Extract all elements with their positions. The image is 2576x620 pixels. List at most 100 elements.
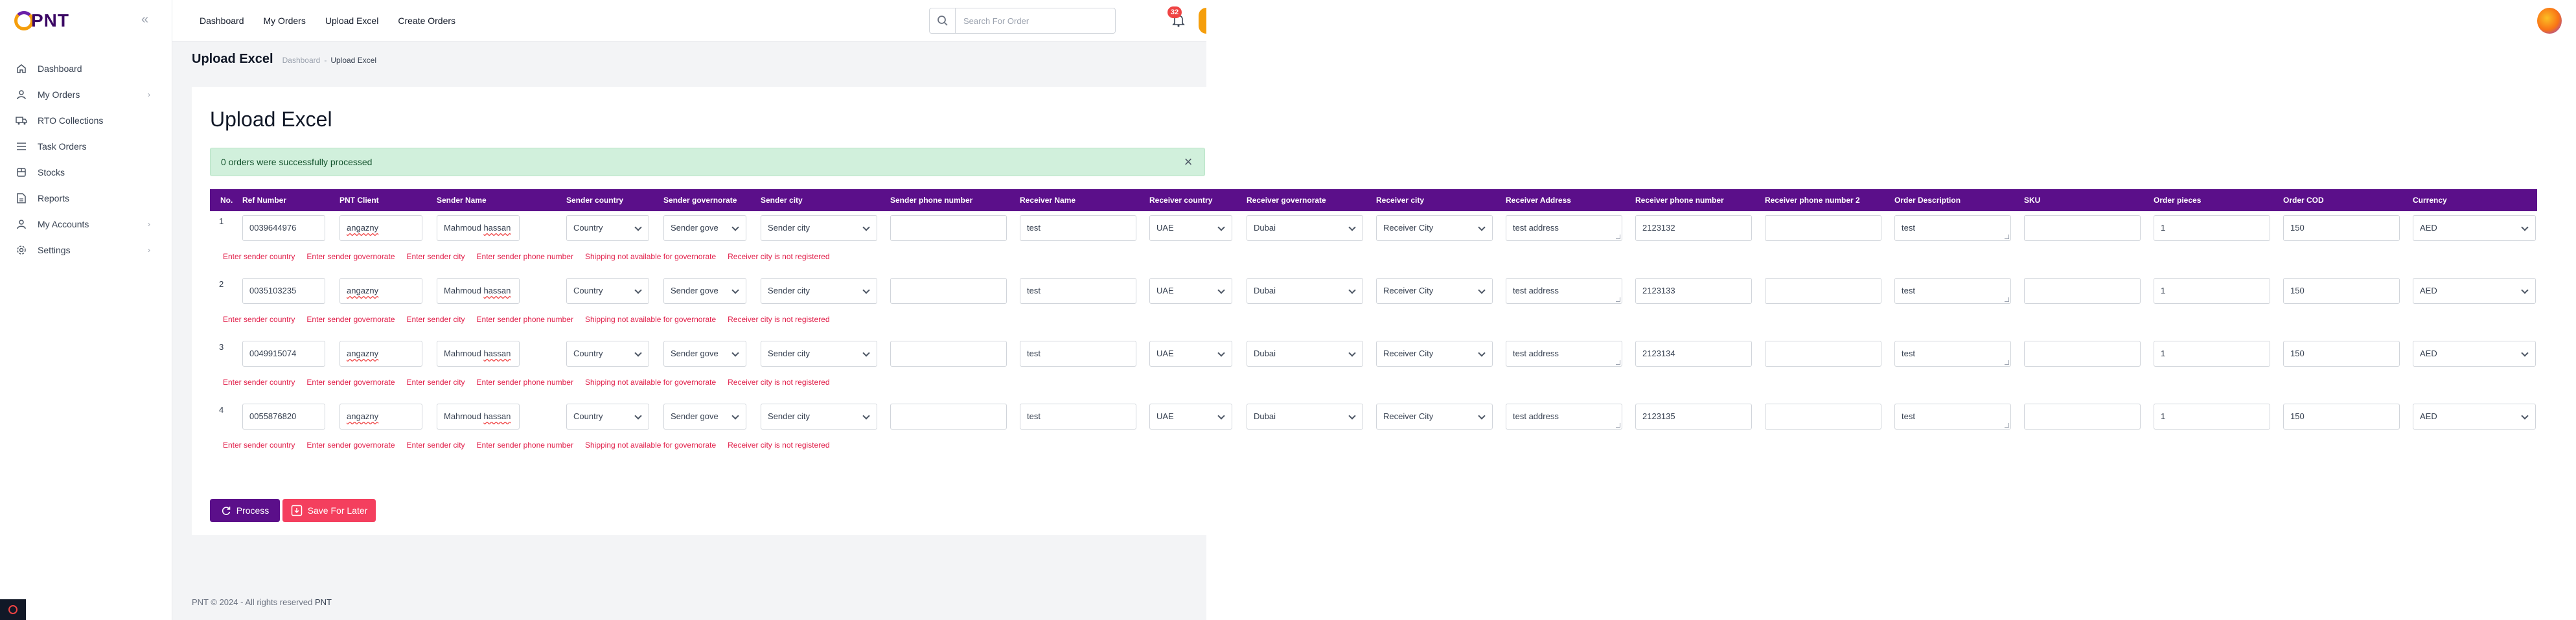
search-icon[interactable]	[930, 8, 956, 33]
close-icon[interactable]: ×	[1181, 155, 1195, 169]
receiver-country-select[interactable]: UAE	[1149, 215, 1232, 241]
cod-field[interactable]: 150	[2283, 278, 2400, 304]
client-field[interactable]: angazny	[339, 341, 422, 367]
receiver-address-field[interactable]: test address	[1506, 215, 1622, 241]
receiver-city-select[interactable]: Receiver City	[1376, 278, 1493, 304]
sender-phone-field[interactable]	[890, 215, 1007, 241]
sender-phone-field[interactable]	[890, 278, 1007, 304]
receiver-name-field[interactable]: test	[1020, 215, 1136, 241]
receiver-phone2-field[interactable]	[1765, 215, 1881, 241]
currency-select[interactable]: AED	[2413, 341, 2536, 367]
currency-select[interactable]: AED	[2413, 278, 2536, 304]
pieces-field[interactable]: 1	[2154, 278, 2270, 304]
cod-field[interactable]: 150	[2283, 404, 2400, 430]
sender-gov-select[interactable]: Sender gove	[663, 215, 746, 241]
cod-field[interactable]: 150	[2283, 215, 2400, 241]
receiver-country-select[interactable]: UAE	[1149, 404, 1232, 430]
receiver-address-field[interactable]: test address	[1506, 278, 1622, 304]
receiver-gov-select[interactable]: Dubai	[1247, 215, 1363, 241]
sender-field[interactable]: Mahmoud hassan	[437, 404, 520, 430]
currency-select[interactable]: AED	[2413, 215, 2536, 241]
cod-field[interactable]: 150	[2283, 341, 2400, 367]
receiver-phone-field[interactable]: 2123135	[1635, 404, 1752, 430]
receiver-city-select[interactable]: Receiver City	[1376, 215, 1493, 241]
pieces-field[interactable]: 1	[2154, 341, 2270, 367]
currency-select[interactable]: AED	[2413, 404, 2536, 430]
sender-field[interactable]: Mahmoud hassan	[437, 341, 520, 367]
user-avatar[interactable]	[2537, 8, 2562, 34]
save-for-later-button[interactable]: Save For Later	[282, 499, 376, 522]
client-field[interactable]: angazny	[339, 215, 422, 241]
sidebar-item-my-orders[interactable]: My Orders ›	[0, 82, 172, 108]
avatar-partial[interactable]	[1199, 8, 1206, 34]
receiver-country-select[interactable]: UAE	[1149, 341, 1232, 367]
sender-city-select[interactable]: Sender city	[761, 278, 877, 304]
receiver-phone-field[interactable]: 2123134	[1635, 341, 1752, 367]
sku-field[interactable]	[2024, 341, 2141, 367]
sidebar-item-stocks[interactable]: Stocks	[0, 159, 172, 185]
sender-country-select[interactable]: Country	[566, 404, 649, 430]
ref-field[interactable]: 0035103235	[242, 278, 325, 304]
receiver-name-field[interactable]: test	[1020, 404, 1136, 430]
brand-logo[interactable]: PNT	[14, 10, 69, 31]
receiver-country-select[interactable]: UAE	[1149, 278, 1232, 304]
description-field[interactable]: test	[1894, 215, 2011, 241]
receiver-phone2-field[interactable]	[1765, 278, 1881, 304]
sku-field[interactable]	[2024, 215, 2141, 241]
receiver-city-select[interactable]: Receiver City	[1376, 341, 1493, 367]
ref-field[interactable]: 0055876820	[242, 404, 325, 430]
description-field[interactable]: test	[1894, 278, 2011, 304]
sender-country-select[interactable]: Country	[566, 341, 649, 367]
sender-gov-select[interactable]: Sender gove	[663, 404, 746, 430]
pieces-field[interactable]: 1	[2154, 404, 2270, 430]
breadcrumb-root[interactable]: Dashboard	[282, 56, 321, 65]
sender-country-select[interactable]: Country	[566, 215, 649, 241]
search-input[interactable]	[956, 9, 1115, 32]
client-field[interactable]: angazny	[339, 404, 422, 430]
sender-country-select[interactable]: Country	[566, 278, 649, 304]
receiver-gov-select[interactable]: Dubai	[1247, 404, 1363, 430]
topnav-upload-excel[interactable]: Upload Excel	[325, 16, 379, 26]
receiver-name-field[interactable]: test	[1020, 278, 1136, 304]
sender-phone-field[interactable]	[890, 341, 1007, 367]
sidebar-item-task-orders[interactable]: Task Orders	[0, 133, 172, 159]
sku-field[interactable]	[2024, 404, 2141, 430]
sidebar-item-reports[interactable]: Reports	[0, 185, 172, 211]
topnav-dashboard[interactable]: Dashboard	[200, 16, 244, 26]
sender-gov-select[interactable]: Sender gove	[663, 341, 746, 367]
sender-field[interactable]: Mahmoud hassan	[437, 278, 520, 304]
receiver-phone-field[interactable]: 2123132	[1635, 215, 1752, 241]
corner-badge[interactable]	[0, 599, 26, 620]
sidebar-item-settings[interactable]: Settings ›	[0, 237, 172, 263]
receiver-address-field[interactable]: test address	[1506, 341, 1622, 367]
receiver-gov-select[interactable]: Dubai	[1247, 278, 1363, 304]
process-button[interactable]: Process	[210, 499, 280, 522]
receiver-name-field[interactable]: test	[1020, 341, 1136, 367]
receiver-phone2-field[interactable]	[1765, 341, 1881, 367]
receiver-gov-select[interactable]: Dubai	[1247, 341, 1363, 367]
pieces-field[interactable]: 1	[2154, 215, 2270, 241]
client-field[interactable]: angazny	[339, 278, 422, 304]
validation-error: Enter sender governorate	[306, 315, 395, 324]
sender-gov-select[interactable]: Sender gove	[663, 278, 746, 304]
receiver-city-select[interactable]: Receiver City	[1376, 404, 1493, 430]
description-field[interactable]: test	[1894, 341, 2011, 367]
sender-phone-field[interactable]	[890, 404, 1007, 430]
sidebar-item-dashboard[interactable]: Dashboard	[0, 56, 172, 82]
sidebar-item-rto-collections[interactable]: RTO Collections	[0, 108, 172, 133]
ref-field[interactable]: 0039644976	[242, 215, 325, 241]
sender-city-select[interactable]: Sender city	[761, 341, 877, 367]
topnav-create-orders[interactable]: Create Orders	[398, 16, 455, 26]
sku-field[interactable]	[2024, 278, 2141, 304]
sender-city-select[interactable]: Sender city	[761, 404, 877, 430]
ref-field[interactable]: 0049915074	[242, 341, 325, 367]
receiver-phone2-field[interactable]	[1765, 404, 1881, 430]
sender-field[interactable]: Mahmoud hassan	[437, 215, 520, 241]
description-field[interactable]: test	[1894, 404, 2011, 430]
sender-city-select[interactable]: Sender city	[761, 215, 877, 241]
sidebar-item-my-accounts[interactable]: My Accounts ›	[0, 211, 172, 237]
receiver-address-field[interactable]: test address	[1506, 404, 1622, 430]
collapse-sidebar-icon[interactable]: «	[141, 13, 154, 26]
topnav-my-orders[interactable]: My Orders	[264, 16, 306, 26]
receiver-phone-field[interactable]: 2123133	[1635, 278, 1752, 304]
